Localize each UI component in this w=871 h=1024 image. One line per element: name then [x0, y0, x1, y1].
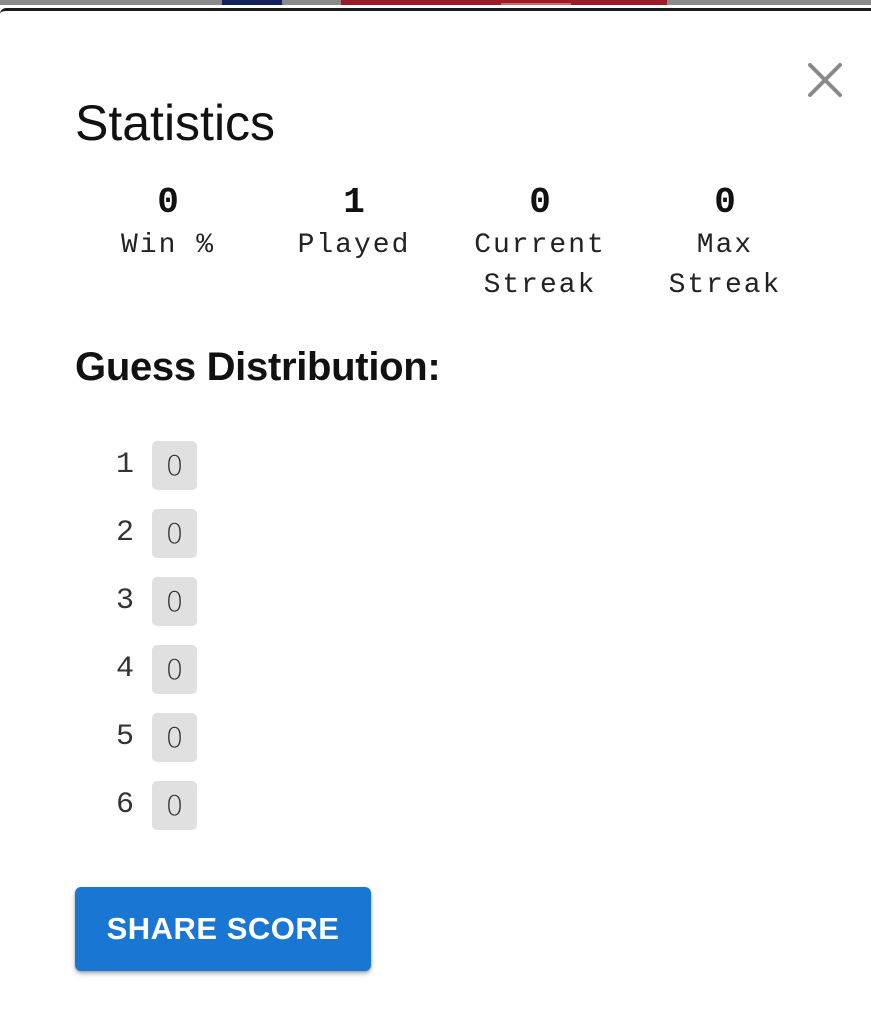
guess-number: 6: [115, 788, 134, 822]
stat-max-streak: 0 Max Streak: [635, 180, 815, 306]
share-score-button[interactable]: SHARE SCORE: [75, 887, 371, 971]
guess-number: 3: [115, 584, 134, 618]
guess-count-bar: 0: [152, 781, 197, 830]
stat-value: 0: [529, 182, 551, 223]
stats-summary: 0 Win % 1 Played 0 Current Streak 0 Max …: [0, 180, 871, 310]
guess-number: 5: [115, 720, 134, 754]
close-button[interactable]: [804, 59, 846, 101]
stat-label: Played: [297, 230, 411, 261]
guess-count-bar: 0: [152, 645, 197, 694]
stat-value: 1: [343, 182, 365, 223]
stat-played: 1 Played: [264, 180, 444, 266]
guess-number: 1: [115, 448, 134, 482]
stat-win-percent: 0 Win %: [78, 180, 258, 266]
guess-count-bar: 0: [152, 577, 197, 626]
guess-number: 2: [115, 516, 134, 550]
dialog-title: Statistics: [75, 95, 276, 151]
background-page-strip: [0, 0, 871, 5]
stat-value: 0: [714, 182, 736, 223]
guess-count-bar: 0: [152, 441, 197, 490]
stat-label: Max Streak: [668, 230, 782, 301]
stat-label: Current Streak: [474, 230, 606, 301]
guess-count-bar: 0: [152, 713, 197, 762]
guess-count-bar: 0: [152, 509, 197, 558]
stat-current-streak: 0 Current Streak: [450, 180, 630, 306]
background-red-block: [341, 0, 667, 5]
guess-number: 4: [115, 652, 134, 686]
background-navy-block: [222, 0, 282, 5]
close-icon: [808, 63, 842, 97]
stat-value: 0: [157, 182, 179, 223]
guess-distribution-title: Guess Distribution:: [75, 345, 441, 389]
stat-label: Win %: [120, 230, 215, 261]
